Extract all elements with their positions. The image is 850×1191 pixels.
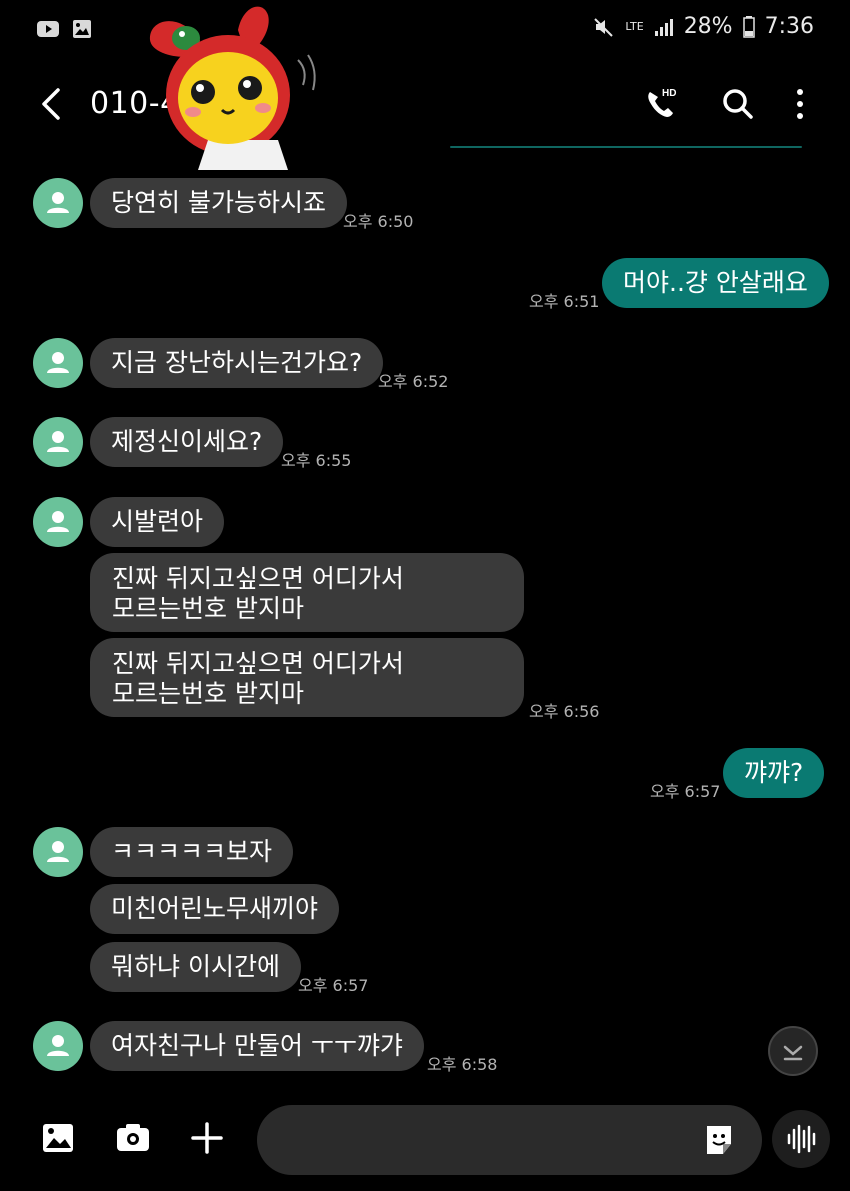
contact-avatar[interactable] <box>33 827 83 877</box>
contact-avatar[interactable] <box>33 1021 83 1071</box>
battery-icon <box>742 15 755 38</box>
hd-voice-call-icon[interactable]: HD <box>642 84 682 124</box>
youtube-icon <box>37 21 59 37</box>
message-timestamp: 오후 6:57 <box>298 976 369 995</box>
message-bubble-incoming[interactable]: 진짜 뒤지고싶으면 어디가서 모르는번호 받지마 <box>90 553 524 632</box>
message-bubble-incoming[interactable]: 당연히 불가능하시죠 <box>90 178 347 228</box>
person-icon <box>47 352 69 373</box>
voice-record-button[interactable] <box>772 1110 830 1168</box>
message-bubble-outgoing[interactable]: 머야..걍 안살래요 <box>602 258 829 308</box>
person-icon <box>47 1035 69 1056</box>
message-line: 모르는번호 받지마 <box>112 594 304 623</box>
clock: 7:36 <box>764 14 814 39</box>
waveform-icon <box>787 1124 816 1154</box>
message-bubble-incoming[interactable]: 지금 장난하시는건가요? <box>90 338 384 388</box>
header-divider <box>450 146 802 148</box>
search-icon[interactable] <box>718 84 758 124</box>
status-bar: LTE 28% 7:36 <box>0 0 850 60</box>
svg-text:HD: HD <box>662 88 676 99</box>
message-bubble-outgoing[interactable]: 꺄꺄? <box>723 748 825 798</box>
message-bubble-incoming[interactable]: 진짜 뒤지고싶으면 어디가서 모르는번호 받지마 <box>90 638 524 717</box>
scroll-to-bottom-button[interactable] <box>768 1026 818 1076</box>
message-timestamp: 오후 6:56 <box>529 702 600 721</box>
contact-avatar[interactable] <box>33 178 83 228</box>
person-icon <box>47 192 69 213</box>
message-bubble-incoming[interactable]: 제정신이세요? <box>90 417 284 467</box>
character-sticker <box>149 6 316 170</box>
person-icon <box>47 431 69 452</box>
message-timestamp: 오후 6:52 <box>378 372 449 391</box>
signal-icon <box>654 18 673 36</box>
contact-avatar[interactable] <box>33 338 83 388</box>
person-icon <box>47 511 69 532</box>
message-bubble-incoming[interactable]: 시발련아 <box>90 497 225 547</box>
message-bubble-incoming[interactable]: 여자친구나 만둘어 ㅜㅜ꺄갸 <box>90 1021 424 1071</box>
compose-bar <box>0 1100 850 1191</box>
message-line: 진짜 뒤지고싶으면 어디가서 <box>112 649 404 678</box>
mute-icon <box>594 17 614 37</box>
message-timestamp: 오후 6:58 <box>427 1055 498 1074</box>
message-input[interactable] <box>257 1105 762 1175</box>
back-arrow-icon[interactable] <box>36 84 72 124</box>
sticker-icon[interactable] <box>701 1122 737 1158</box>
message-timestamp: 오후 6:57 <box>650 782 721 801</box>
message-line: 진짜 뒤지고싶으면 어디가서 <box>112 564 404 593</box>
message-bubble-incoming[interactable]: 미친어린노무새끼야 <box>90 884 340 934</box>
message-timestamp: 오후 6:50 <box>343 212 414 231</box>
add-icon[interactable] <box>187 1118 227 1158</box>
battery-percent: 28% <box>683 14 733 39</box>
more-options-icon[interactable] <box>780 84 820 124</box>
conversation-header: 010-4 0 HD <box>0 60 850 150</box>
message-bubble-incoming[interactable]: ㅋㅋㅋㅋㅋ보자 <box>90 827 294 877</box>
message-timestamp: 오후 6:51 <box>529 292 600 311</box>
message-bubble-incoming[interactable]: 뭐하냐 이시간에 <box>90 942 301 992</box>
chevron-down-icon <box>783 1045 803 1061</box>
person-icon <box>47 841 69 862</box>
gallery-icon[interactable] <box>38 1118 78 1158</box>
gallery-notification-icon <box>73 20 91 38</box>
network-type: LTE <box>625 20 644 33</box>
camera-icon[interactable] <box>113 1118 153 1158</box>
contact-avatar[interactable] <box>33 497 83 547</box>
message-timestamp: 오후 6:55 <box>281 451 352 470</box>
contact-avatar[interactable] <box>33 417 83 467</box>
message-line: 모르는번호 받지마 <box>112 679 304 708</box>
